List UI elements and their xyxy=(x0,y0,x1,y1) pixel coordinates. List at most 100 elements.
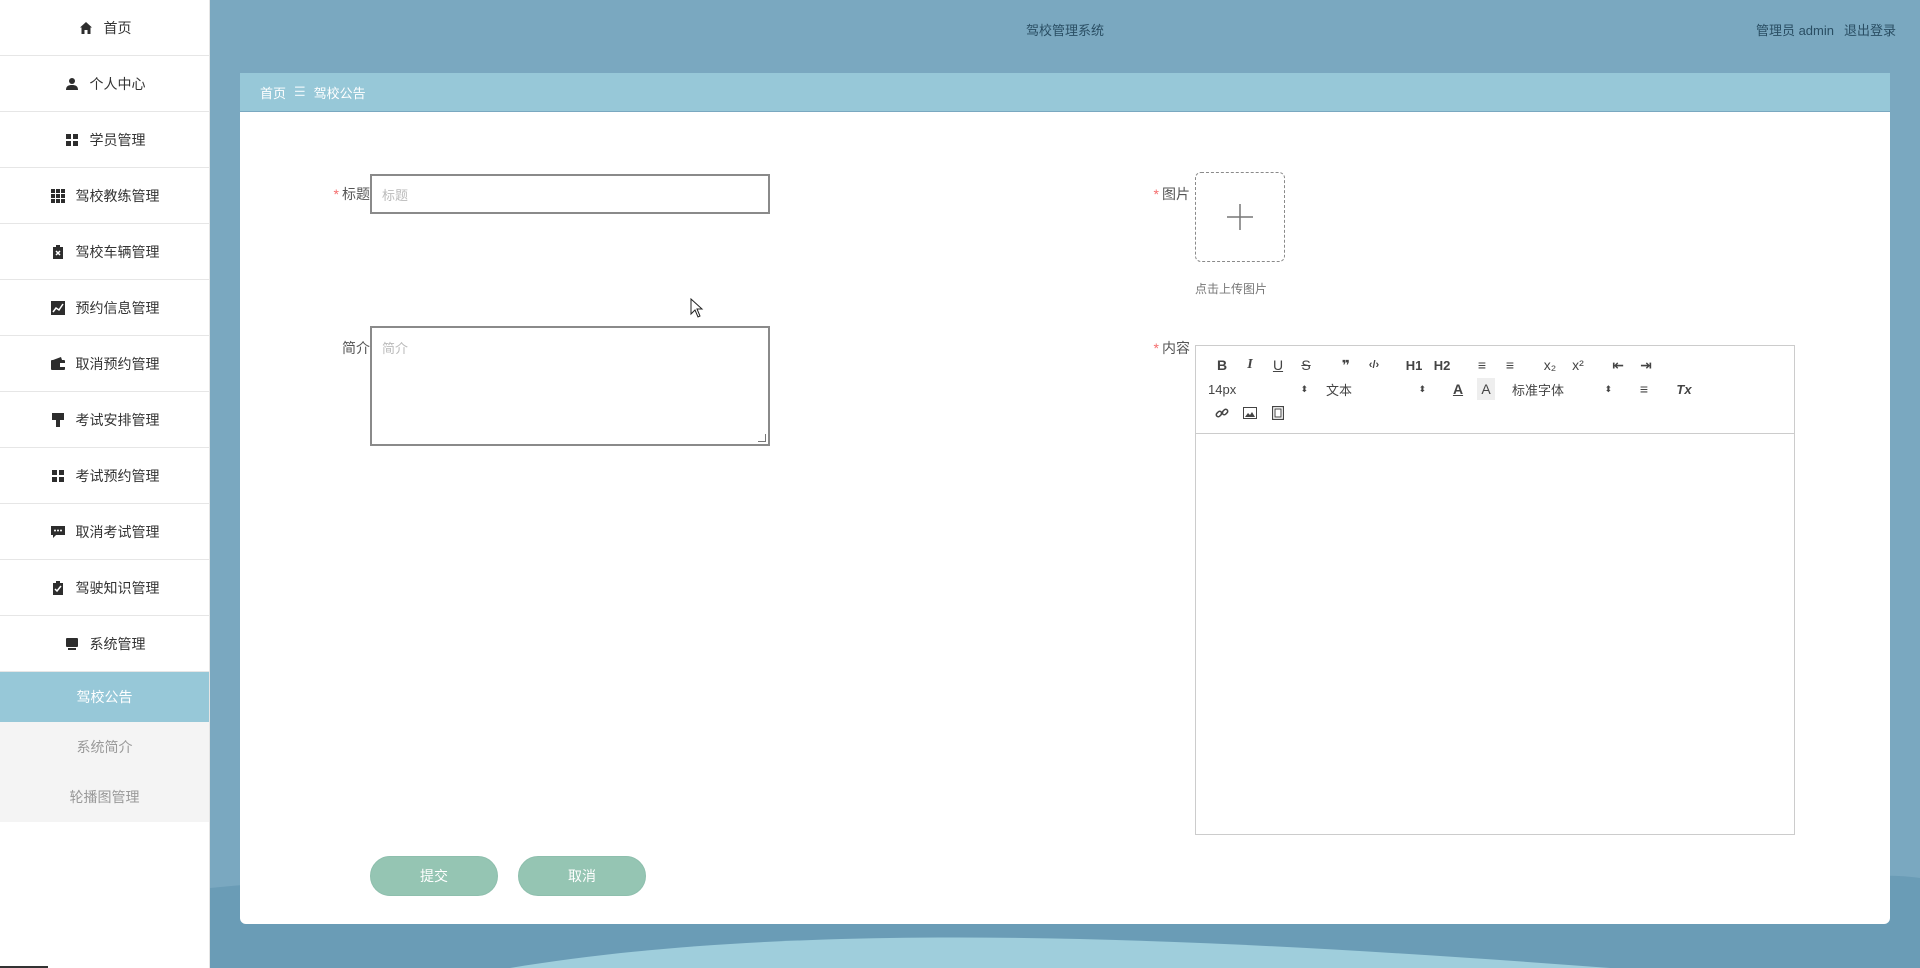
title-label: * 标题 xyxy=(333,186,370,202)
checklist-icon xyxy=(50,580,66,596)
app-title: 驾校管理系统 xyxy=(1025,23,1104,38)
grid-icon xyxy=(50,468,66,484)
link-icon[interactable] xyxy=(1208,402,1236,424)
strike-icon[interactable]: S xyxy=(1292,354,1320,376)
home-icon xyxy=(78,20,94,36)
chart-icon xyxy=(50,300,66,316)
italic-icon[interactable]: I xyxy=(1236,354,1264,376)
breadcrumb-separator-icon: ☰ xyxy=(294,84,306,99)
bullet-list-icon[interactable]: ≡ xyxy=(1496,354,1524,376)
header2-icon[interactable]: H2 xyxy=(1428,354,1456,376)
wallet-icon xyxy=(50,356,66,372)
intro-textarea[interactable]: 简介 xyxy=(370,326,770,446)
align-icon[interactable]: ≡ xyxy=(1630,378,1658,400)
sidebar-item-coaches[interactable]: 驾校教练管理 xyxy=(0,168,209,224)
sidebar-item-label: 驾校车辆管理 xyxy=(75,243,160,260)
superscript-icon[interactable]: x² xyxy=(1564,354,1592,376)
select-arrows-icon: ⬍ xyxy=(1300,383,1308,394)
bold-icon[interactable]: B xyxy=(1208,354,1236,376)
select-arrows-icon: ⬍ xyxy=(1604,383,1612,394)
apps-icon xyxy=(50,188,66,204)
resize-handle-icon[interactable] xyxy=(758,434,766,442)
toolbar-row-2: 14px ⬍ 文本 ⬍ A A 标准字体 ⬍ ≡ Tx xyxy=(1208,378,1698,400)
sidebar-item-label: 取消预约管理 xyxy=(75,355,160,372)
plus-icon xyxy=(1227,204,1253,230)
cancel-button[interactable]: 取消 xyxy=(518,856,646,896)
sidebar-item-label: 考试预约管理 xyxy=(75,467,160,484)
sidebar-item-label: 首页 xyxy=(103,19,132,36)
submenu-item-system-intro[interactable]: 系统简介 xyxy=(0,722,209,772)
submenu-item-announcements[interactable]: 驾校公告 xyxy=(0,672,209,722)
upload-hint: 点击上传图片 xyxy=(1195,282,1268,296)
submit-button[interactable]: 提交 xyxy=(370,856,498,896)
blockquote-icon[interactable]: ❞ xyxy=(1332,354,1360,376)
sidebar-item-knowledge[interactable]: 驾驶知识管理 xyxy=(0,560,209,616)
grid-icon xyxy=(64,132,80,148)
sidebar-item-label: 驾校教练管理 xyxy=(75,187,160,204)
intro-placeholder: 简介 xyxy=(382,341,409,356)
background-color-icon[interactable]: A xyxy=(1477,378,1495,400)
sidebar-item-vehicles[interactable]: 驾校车辆管理 xyxy=(0,224,209,280)
form-card: * 标题 标题 简介 简介 * 图片 点击上传图片 * 内容 B I U S ❞… xyxy=(240,112,1890,924)
clipboard-icon xyxy=(50,244,66,260)
indent-icon[interactable]: ⇥ xyxy=(1632,354,1660,376)
breadcrumb: 首页 ☰ 驾校公告 xyxy=(240,73,1890,111)
sidebar-item-label: 取消考试管理 xyxy=(75,523,160,540)
breadcrumb-current: 驾校公告 xyxy=(313,85,366,101)
underline-icon[interactable]: U xyxy=(1264,354,1292,376)
toolbar-row-1: B I U S ❞ ‹/› H1 H2 ≡ ≡ x₂ x² ⇤ ⇥ xyxy=(1208,354,1660,376)
sidebar-item-system[interactable]: 系统管理 xyxy=(0,616,209,672)
header1-icon[interactable]: H1 xyxy=(1400,354,1428,376)
clean-format-icon[interactable]: Tx xyxy=(1670,378,1698,400)
sidebar-item-reservations[interactable]: 预约信息管理 xyxy=(0,280,209,336)
sidebar-item-profile[interactable]: 个人中心 xyxy=(0,56,209,112)
rich-text-editor: B I U S ❞ ‹/› H1 H2 ≡ ≡ x₂ x² ⇤ ⇥ 14px ⬍… xyxy=(1195,345,1795,835)
main-area: 驾校管理系统 管理员 admin 退出登录 首页 ☰ 驾校公告 * 标题 标题 简… xyxy=(210,0,1920,968)
sidebar-item-label: 个人中心 xyxy=(89,75,146,92)
font-family-select[interactable]: 标准字体 ⬍ xyxy=(1512,380,1618,399)
sidebar-item-label: 驾驶知识管理 xyxy=(75,579,160,596)
header-bar: 驾校管理系统 管理员 admin 退出登录 xyxy=(210,0,1920,58)
sidebar-item-label: 考试安排管理 xyxy=(75,411,160,428)
outdent-icon[interactable]: ⇤ xyxy=(1604,354,1632,376)
editor-content-area[interactable] xyxy=(1196,434,1794,834)
message-icon xyxy=(50,524,66,540)
code-block-icon[interactable]: ‹/› xyxy=(1360,354,1388,376)
ordered-list-icon[interactable]: ≡ xyxy=(1468,354,1496,376)
header-format-select[interactable]: 文本 ⬍ xyxy=(1326,380,1432,399)
sidebar-item-exam-booking[interactable]: 考试预约管理 xyxy=(0,448,209,504)
image-label: * 图片 xyxy=(1153,186,1190,202)
editor-toolbar: B I U S ❞ ‹/› H1 H2 ≡ ≡ x₂ x² ⇤ ⇥ 14px ⬍… xyxy=(1196,346,1794,434)
breadcrumb-home[interactable]: 首页 xyxy=(260,83,286,102)
user-label: 管理员 admin xyxy=(1755,23,1834,38)
title-input[interactable]: 标题 xyxy=(370,174,770,214)
image-insert-icon[interactable] xyxy=(1236,402,1264,424)
logout-link[interactable]: 退出登录 xyxy=(1844,20,1896,39)
image-upload-button[interactable] xyxy=(1195,172,1285,262)
sidebar-item-home[interactable]: 首页 xyxy=(0,0,209,56)
title-placeholder: 标题 xyxy=(382,187,409,203)
sidebar-item-cancel-reservations[interactable]: 取消预约管理 xyxy=(0,336,209,392)
font-size-value: 14px xyxy=(1208,381,1237,397)
system-submenu: 驾校公告 系统简介 轮播图管理 xyxy=(0,672,209,822)
sidebar-item-students[interactable]: 学员管理 xyxy=(0,112,209,168)
sidebar-item-label: 系统管理 xyxy=(89,635,146,652)
content-label: * 内容 xyxy=(1153,340,1190,356)
intro-label: 简介 xyxy=(342,340,370,356)
font-family-value: 标准字体 xyxy=(1512,382,1565,398)
sidebar: 首页 个人中心 学员管理 驾校教练管理 驾校车辆管理 预约信息管理 取消预约管理… xyxy=(0,0,210,968)
sidebar-item-cancel-exam[interactable]: 取消考试管理 xyxy=(0,504,209,560)
user-area: 管理员 admin 退出登录 xyxy=(1756,20,1896,39)
brush-icon xyxy=(50,412,66,428)
toolbar-row-3 xyxy=(1208,402,1292,424)
header-format-value: 文本 xyxy=(1326,382,1353,398)
subscript-icon[interactable]: x₂ xyxy=(1536,354,1564,376)
font-size-select[interactable]: 14px ⬍ xyxy=(1208,382,1314,397)
video-insert-icon[interactable] xyxy=(1264,402,1292,424)
select-arrows-icon: ⬍ xyxy=(1418,383,1426,394)
sidebar-item-label: 预约信息管理 xyxy=(75,299,160,316)
text-color-icon[interactable]: A xyxy=(1444,378,1472,400)
user-icon xyxy=(64,76,80,92)
sidebar-item-exam-schedule[interactable]: 考试安排管理 xyxy=(0,392,209,448)
submenu-item-carousel[interactable]: 轮播图管理 xyxy=(0,772,209,822)
